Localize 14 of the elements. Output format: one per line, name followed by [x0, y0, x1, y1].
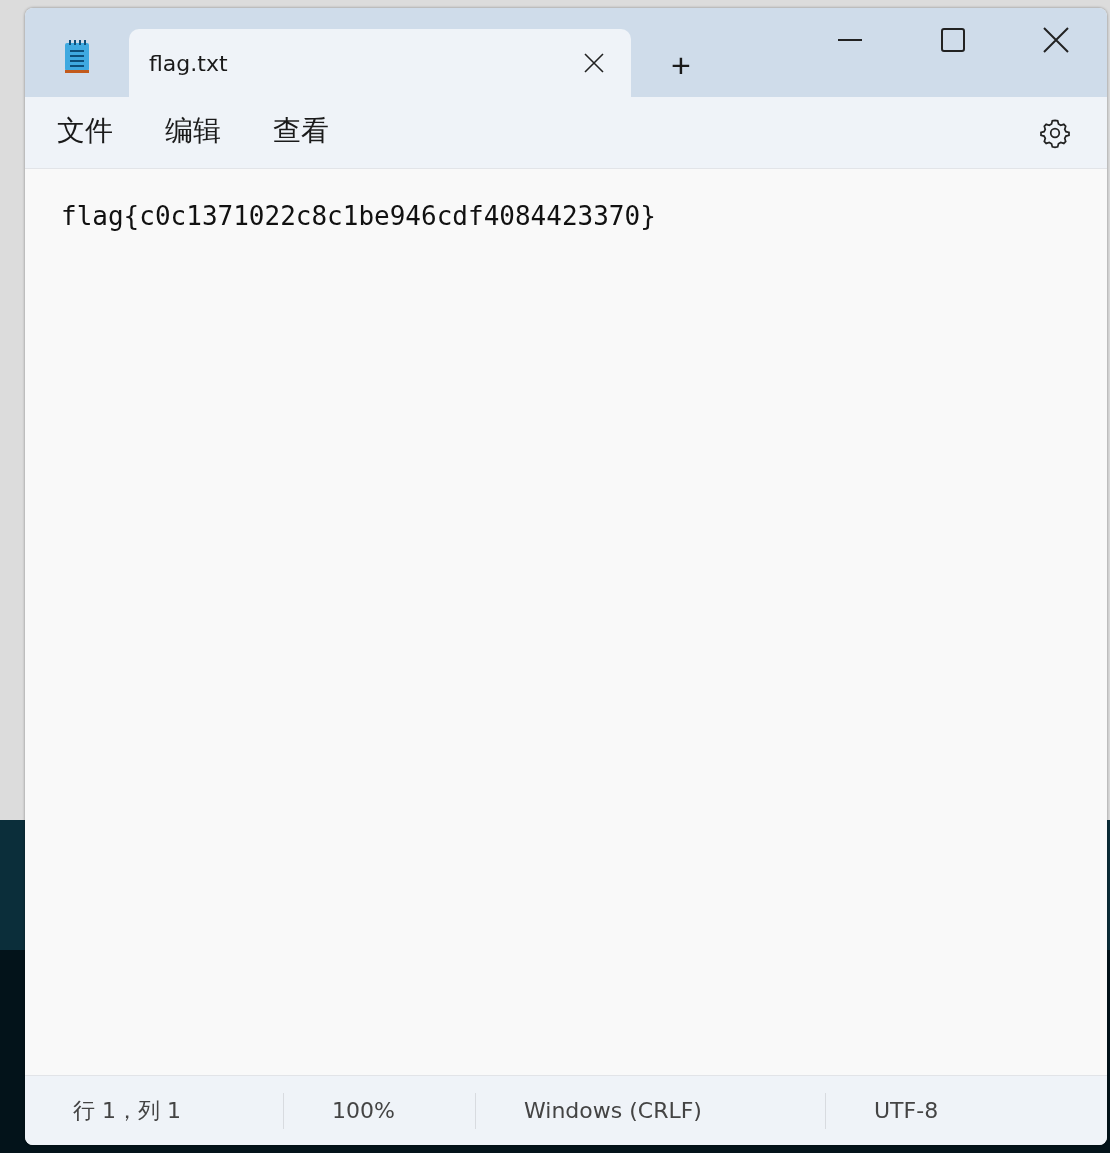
close-icon[interactable]	[1042, 27, 1069, 53]
new-tab-button[interactable]: +	[667, 46, 695, 85]
notepad-icon	[63, 39, 91, 75]
menu-item[interactable]: 文件	[43, 111, 141, 154]
text-content: flag{c0c1371022c8c1be946cdf4084423370}	[61, 201, 657, 231]
status-text: UTF-8	[825, 1092, 1105, 1129]
menu-item[interactable]: 编辑	[151, 111, 249, 154]
minimize-icon[interactable]	[837, 39, 862, 41]
maximize-icon[interactable]	[940, 28, 965, 52]
file-tab[interactable]: flag.txt	[129, 29, 631, 97]
status-text: Windows (CRLF)	[475, 1092, 825, 1129]
status-text: 行 1，列 1	[72, 1096, 182, 1125]
menu-item[interactable]: 查看	[259, 111, 357, 154]
status-text: 100%	[283, 1092, 475, 1129]
